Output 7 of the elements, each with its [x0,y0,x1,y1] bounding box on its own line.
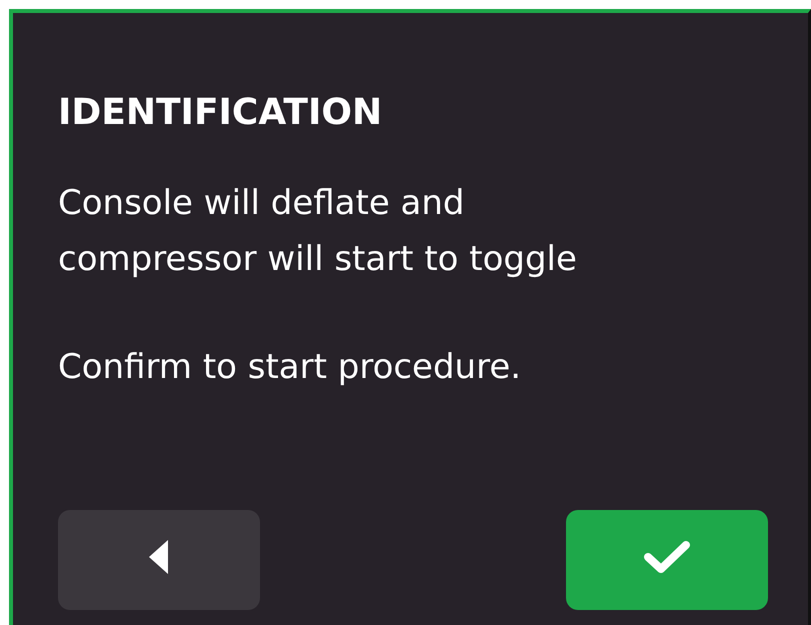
confirm-button[interactable] [566,510,768,610]
message-line: Console will deflate and [58,182,465,225]
screen-title: IDENTIFICATION [58,91,382,135]
message-line: compressor will start to toggle [58,238,577,281]
checkmark-icon [644,540,690,574]
instruction-text: Confirm to start procedure. [58,346,522,389]
back-icon [149,540,169,574]
